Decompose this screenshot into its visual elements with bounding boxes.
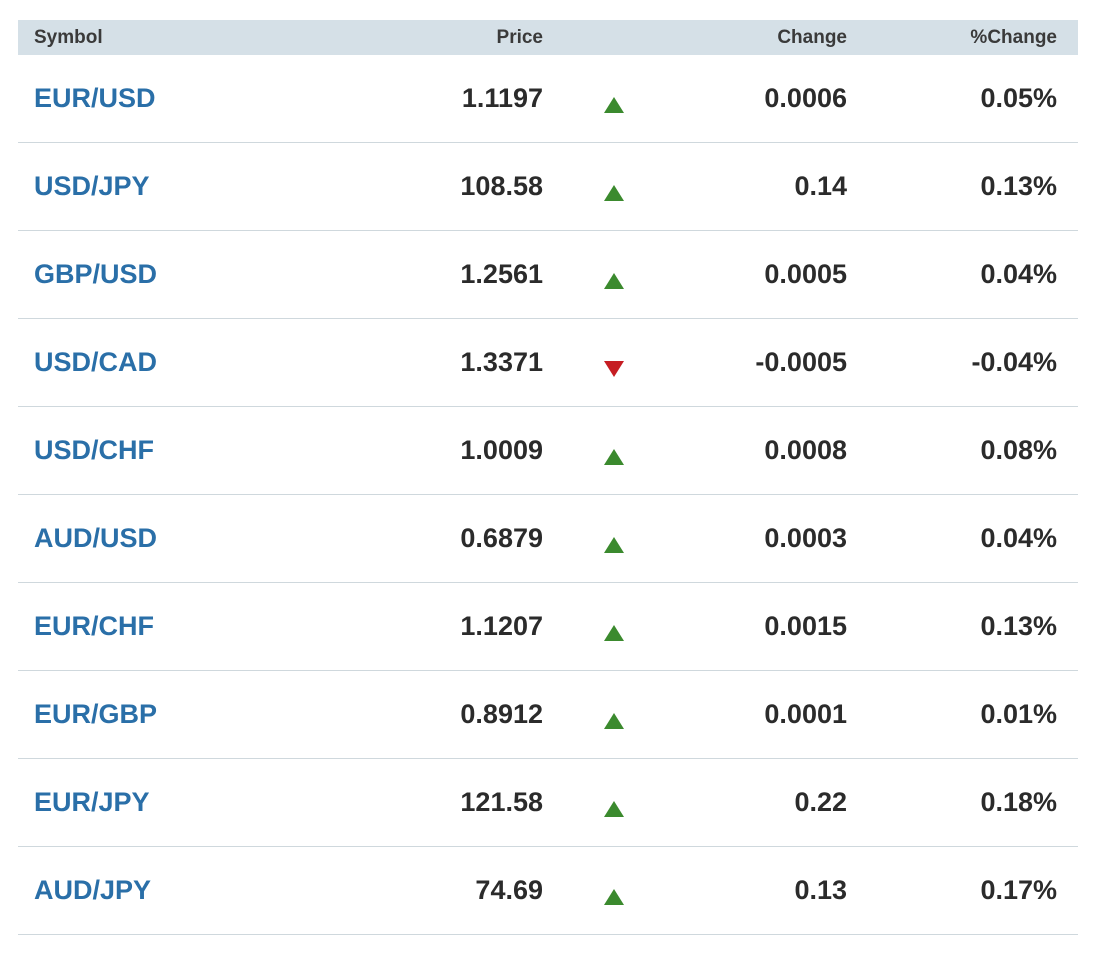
table-row: EUR/CHF 1.1207 0.0015 0.13% xyxy=(18,583,1078,671)
change-value: -0.0005 xyxy=(755,347,847,377)
price-value: 0.8912 xyxy=(460,699,543,729)
up-arrow-icon xyxy=(604,448,624,465)
symbol-link[interactable]: AUD/USD xyxy=(34,495,157,582)
price-value: 108.58 xyxy=(460,171,543,201)
table-row: EUR/GBP 0.8912 0.0001 0.01% xyxy=(18,671,1078,759)
up-arrow-icon xyxy=(604,712,624,729)
symbol-link[interactable]: USD/CAD xyxy=(34,319,157,406)
change-value: 0.0006 xyxy=(764,83,847,113)
price-value: 1.2561 xyxy=(460,259,543,289)
change-value: 0.0001 xyxy=(764,699,847,729)
down-arrow-icon xyxy=(604,360,624,377)
pct-change-value: 0.13% xyxy=(980,611,1057,641)
arrow-cell xyxy=(600,847,628,940)
symbol-link[interactable]: EUR/GBP xyxy=(34,671,157,758)
price-value: 121.58 xyxy=(460,787,543,817)
table-row: EUR/JPY 121.58 0.22 0.18% xyxy=(18,759,1078,847)
up-arrow-icon xyxy=(604,96,624,113)
change-value: 0.0003 xyxy=(764,523,847,553)
table-row: AUD/JPY 74.69 0.13 0.17% xyxy=(18,847,1078,935)
up-arrow-icon xyxy=(604,888,624,905)
symbol-link[interactable]: USD/JPY xyxy=(34,143,150,230)
pct-change-value: 0.08% xyxy=(980,435,1057,465)
change-value: 0.0005 xyxy=(764,259,847,289)
header-symbol[interactable]: Symbol xyxy=(34,20,103,55)
pct-change-value: 0.01% xyxy=(980,699,1057,729)
symbol-link[interactable]: GBP/USD xyxy=(34,231,157,318)
table-row: USD/CHF 1.0009 0.0008 0.08% xyxy=(18,407,1078,495)
arrow-cell xyxy=(600,495,628,588)
up-arrow-icon xyxy=(604,184,624,201)
arrow-cell xyxy=(600,55,628,148)
header-price[interactable]: Price xyxy=(497,20,543,55)
header-pct-change[interactable]: %Change xyxy=(970,20,1057,55)
price-value: 1.3371 xyxy=(460,347,543,377)
arrow-cell xyxy=(600,319,628,412)
price-value: 1.1197 xyxy=(461,83,543,113)
symbol-link[interactable]: AUD/JPY xyxy=(34,847,151,934)
change-value: 0.22 xyxy=(794,787,847,817)
table-row: AUD/USD 0.6879 0.0003 0.04% xyxy=(18,495,1078,583)
table-header: Symbol Price Change %Change xyxy=(18,20,1078,55)
arrow-cell xyxy=(600,231,628,324)
price-value: 1.0009 xyxy=(460,435,543,465)
symbol-link[interactable]: USD/CHF xyxy=(34,407,154,494)
change-value: 0.0008 xyxy=(764,435,847,465)
pct-change-value: 0.13% xyxy=(980,171,1057,201)
symbol-link[interactable]: EUR/USD xyxy=(34,55,156,142)
arrow-cell xyxy=(600,143,628,236)
up-arrow-icon xyxy=(604,624,624,641)
currency-quotes-table: Symbol Price Change %Change EUR/USD 1.11… xyxy=(18,20,1078,935)
table-row: USD/JPY 108.58 0.14 0.13% xyxy=(18,143,1078,231)
up-arrow-icon xyxy=(604,800,624,817)
price-value: 74.69 xyxy=(475,875,543,905)
pct-change-value: 0.18% xyxy=(980,787,1057,817)
arrow-cell xyxy=(600,759,628,852)
price-value: 1.1207 xyxy=(460,611,543,641)
price-value: 0.6879 xyxy=(460,523,543,553)
symbol-link[interactable]: EUR/JPY xyxy=(34,759,150,846)
pct-change-value: -0.04% xyxy=(971,347,1057,377)
pct-change-value: 0.04% xyxy=(980,259,1057,289)
change-value: 0.13 xyxy=(794,875,847,905)
arrow-cell xyxy=(600,671,628,764)
table-row: USD/CAD 1.3371 -0.0005 -0.04% xyxy=(18,319,1078,407)
up-arrow-icon xyxy=(604,536,624,553)
pct-change-value: 0.04% xyxy=(980,523,1057,553)
change-value: 0.0015 xyxy=(764,611,847,641)
up-arrow-icon xyxy=(604,272,624,289)
pct-change-value: 0.05% xyxy=(980,83,1057,113)
arrow-cell xyxy=(600,583,628,676)
change-value: 0.14 xyxy=(794,171,847,201)
symbol-link[interactable]: EUR/CHF xyxy=(34,583,154,670)
table-row: GBP/USD 1.2561 0.0005 0.04% xyxy=(18,231,1078,319)
table-row: EUR/USD 1.1197 0.0006 0.05% xyxy=(18,55,1078,143)
pct-change-value: 0.17% xyxy=(980,875,1057,905)
header-change[interactable]: Change xyxy=(777,20,847,55)
arrow-cell xyxy=(600,407,628,500)
